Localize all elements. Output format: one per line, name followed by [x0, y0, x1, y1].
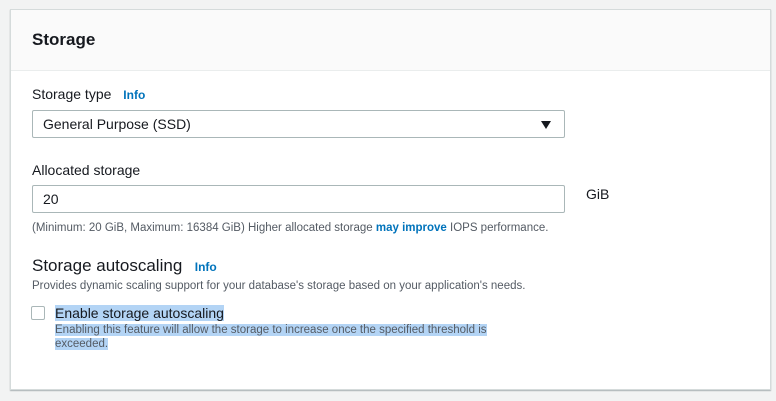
may-improve-link[interactable]: may improve	[376, 222, 447, 234]
storage-type-label-text: Storage type	[32, 86, 112, 102]
enable-autoscaling-label[interactable]: Enable storage autoscaling	[55, 305, 224, 321]
panel-header	[11, 10, 770, 71]
autoscaling-description: Provides dynamic scaling support for you…	[32, 280, 526, 292]
autoscaling-desc-line-1: Enabling this feature will allow the sto…	[55, 324, 487, 336]
allocated-storage-label: Allocated storage	[32, 162, 141, 178]
caret-down-icon	[541, 121, 551, 129]
storage-panel: Storage Storage type Info General Purpos…	[10, 9, 771, 390]
storage-type-label: Storage type Info	[32, 85, 145, 104]
enable-autoscaling-description: Enabling this feature will allow the sto…	[55, 323, 535, 351]
allocated-storage-hint: (Minimum: 20 GiB, Maximum: 16384 GiB) Hi…	[32, 221, 548, 235]
allocated-storage-unit: GiB	[586, 186, 610, 202]
autoscaling-title: Storage autoscaling	[32, 256, 183, 275]
autoscaling-info-link[interactable]: Info	[195, 260, 217, 274]
enable-autoscaling-label-text: Enable storage autoscaling	[55, 305, 224, 321]
hint-text-start: (Minimum: 20 GiB, Maximum: 16384 GiB) Hi…	[32, 222, 376, 234]
enable-autoscaling-checkbox[interactable]	[31, 306, 45, 320]
allocated-storage-input[interactable]	[32, 185, 565, 213]
storage-type-select[interactable]: General Purpose (SSD)	[32, 110, 565, 138]
hint-text-end: IOPS performance.	[446, 222, 549, 234]
panel-title: Storage	[32, 30, 96, 49]
autoscaling-heading: Storage autoscaling Info	[32, 256, 217, 276]
storage-type-info-link[interactable]: Info	[123, 88, 145, 102]
autoscaling-desc-line-2: exceeded.	[55, 338, 109, 350]
storage-type-selected-value: General Purpose (SSD)	[43, 116, 191, 132]
